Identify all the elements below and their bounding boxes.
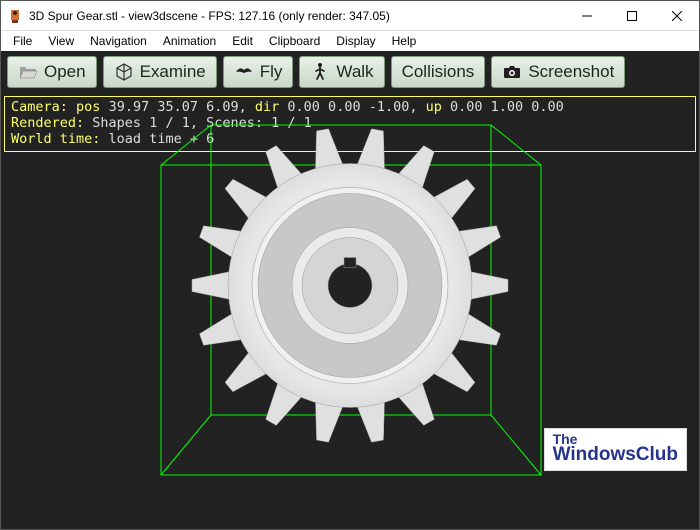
open-button[interactable]: Open — [7, 56, 97, 88]
app-window: 3D Spur Gear.stl - view3dscene - FPS: 12… — [0, 0, 700, 530]
cube-icon — [114, 62, 134, 82]
collisions-label: Collisions — [402, 62, 475, 82]
close-button[interactable] — [654, 1, 699, 30]
screenshot-label: Screenshot — [528, 62, 614, 82]
folder-open-icon — [18, 62, 38, 82]
open-label: Open — [44, 62, 86, 82]
menu-animation[interactable]: Animation — [155, 32, 224, 50]
screenshot-button[interactable]: Screenshot — [491, 56, 625, 88]
viewport-3d[interactable]: The WindowsClub Camera: pos 39.97 35.07 … — [1, 93, 699, 529]
watermark-wc: WindowsClub — [553, 446, 678, 464]
menu-view[interactable]: View — [40, 32, 82, 50]
toolbar: Open Examine Fly Walk Collisions Screens… — [1, 51, 699, 93]
worldtime-label: World time: — [11, 131, 100, 147]
pos-label: pos — [76, 99, 100, 115]
bird-icon — [234, 62, 254, 82]
rendered-label: Rendered: — [11, 115, 84, 131]
collisions-button[interactable]: Collisions — [391, 56, 486, 88]
menu-clipboard[interactable]: Clipboard — [261, 32, 328, 50]
camera-icon — [502, 62, 522, 82]
fly-label: Fly — [260, 62, 283, 82]
menu-display[interactable]: Display — [328, 32, 383, 50]
window-controls — [564, 1, 699, 30]
close-icon — [672, 11, 682, 21]
menu-bar: File View Navigation Animation Edit Clip… — [1, 31, 699, 51]
menu-edit[interactable]: Edit — [224, 32, 261, 50]
menu-navigation[interactable]: Navigation — [82, 32, 155, 50]
watermark: The WindowsClub — [544, 428, 687, 471]
app-icon — [7, 8, 23, 24]
walk-icon — [310, 62, 330, 82]
camera-label: Camera: — [11, 99, 68, 115]
window-title: 3D Spur Gear.stl - view3dscene - FPS: 12… — [29, 9, 564, 23]
title-bar[interactable]: 3D Spur Gear.stl - view3dscene - FPS: 12… — [1, 1, 699, 31]
walk-button[interactable]: Walk — [299, 56, 384, 88]
gear-model — [185, 121, 515, 456]
maximize-icon — [627, 11, 637, 21]
minimize-icon — [582, 11, 592, 21]
minimize-button[interactable] — [564, 1, 609, 30]
walk-label: Walk — [336, 62, 373, 82]
examine-button[interactable]: Examine — [103, 56, 217, 88]
menu-file[interactable]: File — [5, 32, 40, 50]
maximize-button[interactable] — [609, 1, 654, 30]
examine-label: Examine — [140, 62, 206, 82]
fly-button[interactable]: Fly — [223, 56, 294, 88]
menu-help[interactable]: Help — [384, 32, 425, 50]
